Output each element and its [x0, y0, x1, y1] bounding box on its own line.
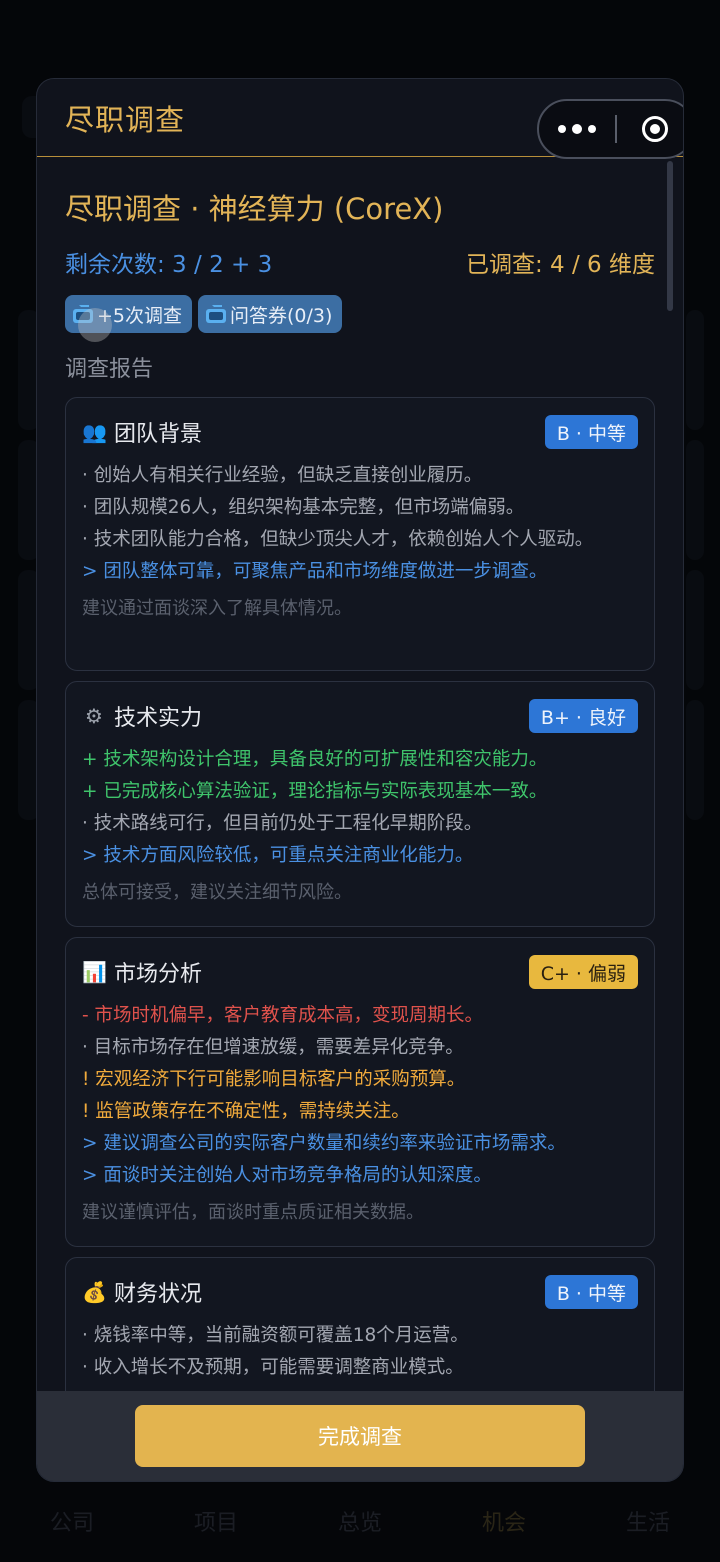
investigated-count: 已调查: 4 / 6 维度: [465, 252, 655, 278]
card-title: 📊 市场分析: [82, 956, 202, 988]
card-title-text: 财务状况: [114, 1282, 203, 1307]
company-title: 尽职调查 · 神经算力 (CoreX): [65, 192, 444, 226]
chart-icon: 📊: [82, 960, 107, 984]
card-title: ⚙ 技术实力: [82, 700, 202, 732]
card-title-text: 团队背景: [114, 422, 203, 447]
more-icon[interactable]: [539, 124, 615, 134]
report-label: 调查报告: [65, 357, 154, 382]
report-line: · 团队规模26人，组织架构基本完整，但市场端偏弱。: [82, 497, 525, 518]
report-line: · 收入增长不及预期，可能需要调整商业模式。: [82, 1357, 464, 1378]
card-title-text: 技术实力: [114, 706, 203, 731]
card-title-text: 市场分析: [114, 962, 203, 987]
card-note: 总体可接受，建议关注细节风险。: [82, 882, 352, 903]
qa-voucher-button[interactable]: 问答券(0/3): [198, 295, 343, 333]
chip-label: 问答券(0/3): [230, 304, 333, 327]
report-line: · 目标市场存在但增速放缓，需要差异化竞争。: [82, 1037, 464, 1058]
report-line: > 技术方面风险较低，可重点关注商业化能力。: [82, 845, 474, 866]
due-diligence-modal: 尽职调查 尽职调查 · 神经算力 (CoreX) 剩余次数: 3 / 2 + 3…: [36, 78, 684, 1482]
close-miniprogram-icon[interactable]: [617, 116, 683, 142]
grade-badge: B+ · 良好: [528, 699, 638, 733]
report-card-market: 📊 市场分析 C+ · 偏弱 - 市场时机偏早，客户教育成本高，变现周期长。 ·…: [65, 937, 655, 1247]
report-card-tech: ⚙ 技术实力 B+ · 良好 + 技术架构设计合理，具备良好的可扩展性和容灾能力…: [65, 681, 655, 927]
finish-investigation-button[interactable]: 完成调查: [135, 1405, 585, 1467]
card-title: 💰 财务状况: [82, 1276, 202, 1308]
miniprogram-capsule: [537, 99, 683, 159]
team-icon: 👥: [82, 420, 107, 444]
report-line: + 已完成核心算法验证，理论指标与实际表现基本一致。: [82, 781, 548, 802]
touch-indicator: [78, 308, 112, 342]
modal-title: 尽职调查: [65, 102, 186, 137]
grade-badge: C+ · 偏弱: [528, 955, 638, 989]
grade-badge: B · 中等: [544, 1275, 638, 1309]
card-note: 建议通过面谈深入了解具体情况。: [82, 598, 352, 619]
remaining-count: 剩余次数: 3 / 2 + 3: [65, 252, 273, 278]
tv-icon: [206, 305, 227, 323]
scrollbar[interactable]: [667, 161, 673, 311]
report-line: ! 宏观经济下行可能影响目标客户的采购预算。: [82, 1069, 466, 1090]
report-line: · 烧钱率中等，当前融资额可覆盖18个月运营。: [82, 1325, 469, 1346]
report-line: > 面谈时关注创始人对市场竞争格局的认知深度。: [82, 1165, 492, 1186]
report-line: > 建议调查公司的实际客户数量和续约率来验证市场需求。: [82, 1133, 566, 1154]
money-bag-icon: 💰: [82, 1280, 107, 1304]
report-card-team: 👥 团队背景 B · 中等 · 创始人有相关行业经验，但缺乏直接创业履历。 · …: [65, 397, 655, 671]
stats-row: 剩余次数: 3 / 2 + 3 已调查: 4 / 6 维度: [65, 249, 655, 281]
report-card-finance: 💰 财务状况 B · 中等 · 烧钱率中等，当前融资额可覆盖18个月运营。 · …: [65, 1257, 655, 1391]
report-line: - 市场时机偏早，客户教育成本高，变现周期长。: [82, 1005, 484, 1026]
modal-footer: 完成调查: [37, 1391, 683, 1481]
report-line: · 技术路线可行，但目前仍处于工程化早期阶段。: [82, 813, 483, 834]
card-note: 建议谨慎评估，面谈时重点质证相关数据。: [82, 1202, 424, 1223]
card-title: 👥 团队背景: [82, 416, 202, 448]
modal-content[interactable]: 尽职调查 · 神经算力 (CoreX) 剩余次数: 3 / 2 + 3 已调查:…: [65, 157, 655, 1391]
grade-badge: B · 中等: [544, 415, 638, 449]
report-line: > 团队整体可靠，可聚焦产品和市场维度做进一步调查。: [82, 561, 548, 582]
gear-icon: ⚙: [85, 704, 103, 728]
report-line: + 技术架构设计合理，具备良好的可扩展性和容灾能力。: [82, 749, 548, 770]
action-chips: +5次调查 问答券(0/3): [65, 295, 655, 333]
report-line: · 技术团队能力合格，但缺少顶尖人才，依赖创始人个人驱动。: [82, 529, 594, 550]
report-line: · 创始人有相关行业经验，但缺乏直接创业履历。: [82, 465, 483, 486]
report-line: ! 监管政策存在不确定性，需持续关注。: [82, 1101, 410, 1122]
